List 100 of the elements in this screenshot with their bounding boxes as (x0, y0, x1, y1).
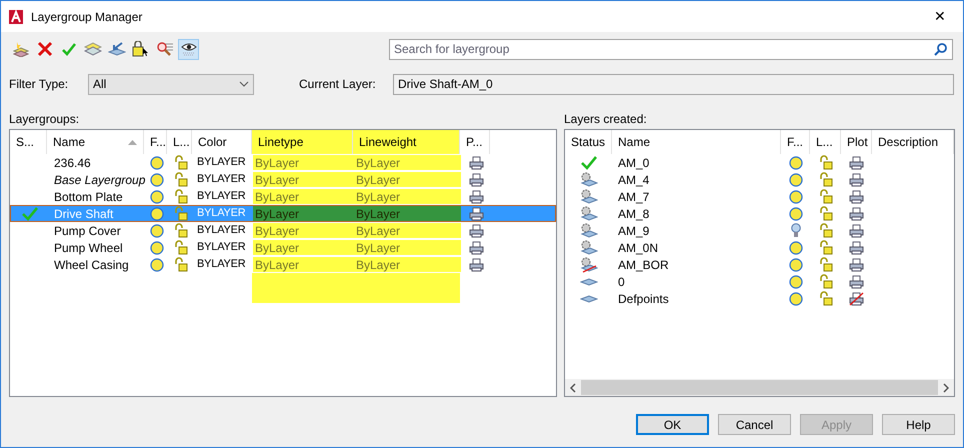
circle-icon (788, 274, 802, 288)
chevron-down-icon (239, 81, 249, 87)
table-cell-text: BYLAYER (196, 172, 247, 188)
table-row[interactable]: 0 (565, 273, 954, 290)
printer-icon (468, 190, 484, 204)
gear-layer-icon (580, 172, 598, 188)
table-row[interactable]: Pump Wheel BYLAYER ByLayer ByLayer (10, 239, 556, 256)
filter-type-label: Filter Type: (9, 76, 70, 93)
table-row[interactable]: Drive Shaft BYLAYER ByLayer ByLayer (10, 205, 556, 222)
toolbar-button[interactable] (130, 38, 151, 60)
delete-icon (36, 41, 52, 57)
layergroup-name: Pump Wheel (53, 240, 124, 256)
printer-icon (849, 206, 864, 220)
table-cell: ByLayer (253, 155, 354, 170)
circle-icon (788, 172, 802, 186)
circle-icon (788, 292, 802, 306)
table-cell: ByLayer (253, 172, 354, 187)
new-layers-icon (12, 41, 28, 57)
padlock-icon (174, 206, 188, 221)
printer-icon (468, 258, 484, 272)
circle-icon (150, 206, 164, 220)
layergroup-name: 236.46 (53, 154, 92, 172)
table-cell: ByLayer (354, 223, 461, 238)
current-layer-label: Current Layer: (299, 76, 377, 93)
check-icon (580, 156, 596, 170)
close-button[interactable]: ✕ (925, 6, 955, 27)
table-cell: ByLayer (253, 189, 354, 204)
table-cell-text: BYLAYER (196, 189, 247, 204)
section-label: Layers created: (564, 111, 647, 126)
search-icon (934, 42, 948, 56)
table-row[interactable]: Defpoints (565, 290, 954, 307)
toolbar-button[interactable] (178, 38, 199, 60)
sort-arrow-icon (128, 140, 137, 144)
table-cell: ByLayer (253, 223, 354, 238)
layergroup-name: Bottom Plate (53, 188, 124, 206)
padlock-icon (818, 223, 832, 238)
table-row[interactable]: AM_4 (565, 171, 954, 188)
check-icon (60, 41, 76, 57)
padlock-icon (174, 257, 188, 272)
padlock-icon (174, 189, 188, 204)
scrollbar-thumb[interactable] (581, 380, 938, 395)
lock-cursor-icon (132, 41, 150, 57)
table-row[interactable]: AM_8 (565, 205, 954, 222)
circle-icon (150, 156, 164, 170)
search-box[interactable]: Search for layergroup (389, 38, 953, 60)
table-row[interactable]: AM_BOR (565, 256, 954, 273)
layer-name: 0 (617, 274, 626, 290)
column-header[interactable]: Status (565, 130, 612, 154)
table-cell-text: BYLAYER (196, 257, 247, 272)
printer-icon (849, 224, 864, 238)
column-header[interactable]: L... (810, 130, 841, 154)
table-row[interactable]: Wheel Casing BYLAYER ByLayer ByLayer (10, 256, 556, 273)
table-row[interactable]: Base Layergroup BYLAYER ByLayer ByLayer (10, 171, 556, 188)
printer-icon (849, 156, 864, 170)
table-row[interactable]: AM_0N (565, 239, 954, 256)
circle-icon (150, 240, 164, 254)
padlock-icon (818, 291, 832, 306)
column-header[interactable]: Linetype (252, 130, 353, 154)
printer-icon (468, 156, 484, 170)
circle-icon (150, 190, 164, 204)
table-cell: ByLayer (354, 240, 461, 255)
padlock-icon (818, 155, 832, 170)
eye-icon (180, 41, 198, 57)
printer-icon (468, 224, 484, 238)
column-header[interactable]: Name (612, 130, 781, 154)
current-layer-field: Drive Shaft-AM_0 (393, 74, 954, 94)
column-header[interactable]: Description (872, 130, 954, 154)
column-header[interactable]: Lineweight (353, 130, 460, 154)
printer-icon (849, 240, 864, 254)
table-row[interactable]: Pump Cover BYLAYER ByLayer ByLayer (10, 222, 556, 239)
padlock-icon (174, 172, 188, 187)
column-header[interactable]: Plot (841, 130, 872, 154)
scroll-right-icon (943, 382, 949, 392)
table-row[interactable]: AM_7 (565, 188, 954, 205)
table-row[interactable]: 236.46 BYLAYER ByLayer ByLayer (10, 154, 556, 171)
circle-icon (788, 240, 802, 254)
horizontal-scrollbar[interactable] (565, 379, 954, 396)
table-cell-text: BYLAYER (196, 206, 247, 222)
window-title: Layergroup Manager (31, 8, 144, 26)
section-label: Layergroups: (9, 111, 80, 126)
printer-icon (849, 172, 864, 186)
table-row[interactable]: AM_9 (565, 222, 954, 239)
table-row[interactable]: Bottom Plate BYLAYER ByLayer ByLayer (10, 188, 556, 205)
dialog-button[interactable]: Cancel (718, 414, 791, 435)
table-row[interactable]: AM_0 (565, 154, 954, 171)
dialog-button[interactable]: OK (636, 414, 709, 435)
column-header[interactable]: F... (781, 130, 810, 154)
table-cell: ByLayer (253, 206, 354, 221)
circle-icon (788, 156, 802, 170)
layer-sheet-icon (580, 276, 598, 286)
search-field[interactable]: Search for layergroup (390, 40, 934, 58)
app-logo-icon (9, 10, 23, 24)
padlock-icon (818, 274, 832, 289)
dialog-button[interactable]: Help (882, 414, 955, 435)
table-cell: ByLayer (354, 189, 461, 204)
table-cell: ByLayer (354, 206, 461, 221)
layer-name: Defpoints (617, 290, 670, 308)
filter-type-dropdown[interactable]: All (88, 74, 254, 94)
circle-icon (788, 190, 802, 204)
table-cell-text: BYLAYER (196, 155, 247, 170)
